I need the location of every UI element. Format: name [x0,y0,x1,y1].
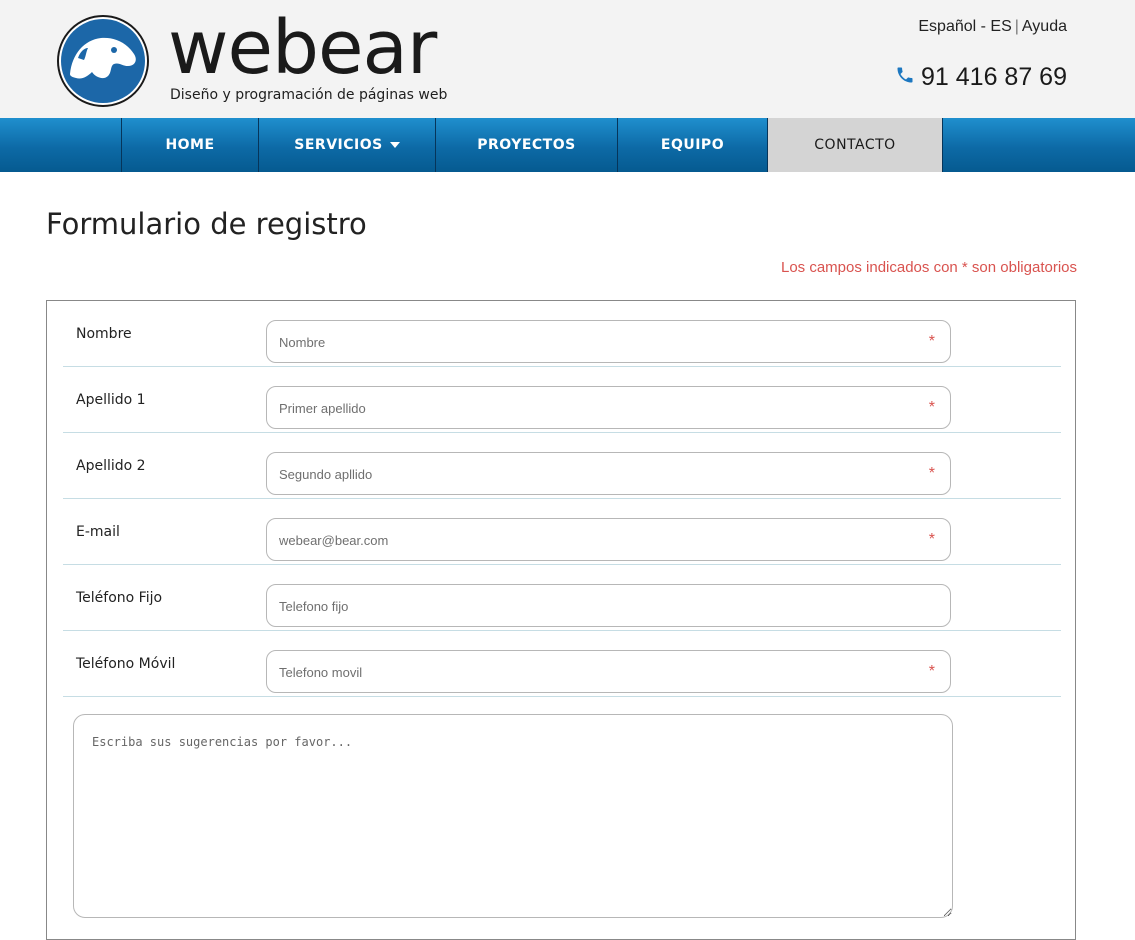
required-asterisk: * [928,333,935,350]
main-nav: HOME SERVICIOS PROYECTOS EQUIPO CONTACTO [0,118,1135,172]
field-label: Nombre [76,326,132,342]
telefono-fijo-input[interactable] [277,585,911,628]
field-wrapper: * [266,518,951,562]
page-title: Formulario de registro [46,207,367,241]
top-links: Español - ES | Ayuda [918,18,1067,36]
field-wrapper: * [266,452,951,496]
phone-icon [895,63,915,92]
form-row-telefono-fijo: Teléfono Fijo [63,565,1061,631]
nav-contacto[interactable]: CONTACTO [767,118,942,172]
form-row-email: E-mail * [63,499,1061,565]
field-label: E-mail [76,524,120,540]
nav-proyectos-label: PROYECTOS [477,137,576,153]
nav-servicios-label: SERVICIOS [294,137,383,153]
required-note: Los campos indicados con * son obligator… [780,259,1077,276]
required-asterisk: * [928,399,935,416]
field-label: Teléfono Fijo [76,590,163,606]
apellido1-input[interactable] [277,387,911,430]
bear-logo-icon[interactable] [56,14,150,108]
language-link[interactable]: Español - ES [918,18,1011,35]
brand-tagline: Diseño y programación de páginas web [170,87,448,103]
field-wrapper: * [266,650,951,694]
nav-equipo[interactable]: EQUIPO [617,118,767,172]
apellido2-input[interactable] [277,453,911,496]
field-wrapper [266,584,951,628]
nav-contacto-label: CONTACTO [814,137,896,153]
field-wrapper: * [266,320,951,364]
required-asterisk: * [928,465,935,482]
nav-home-label: HOME [165,137,215,153]
phone-contact[interactable]: 91 416 87 69 [895,63,1067,92]
form-row-apellido1: Apellido 1 * [63,367,1061,433]
suggestions-textarea[interactable] [73,714,953,918]
form-row-nombre: Nombre * [63,301,1061,367]
required-asterisk: * [928,531,935,548]
form-row-telefono-movil: Teléfono Móvil * [63,631,1061,697]
telefono-movil-input[interactable] [277,651,911,694]
registration-form: Nombre * Apellido 1 * Apellido 2 * E-mai… [46,300,1076,940]
nombre-input[interactable] [277,321,911,364]
field-label: Apellido 1 [76,392,146,408]
separator: | [1014,18,1019,35]
brand-name[interactable]: webear [168,6,437,90]
nav-divider [942,118,943,172]
caret-down-icon [389,142,400,148]
phone-number: 91 416 87 69 [921,63,1067,91]
email-input[interactable] [277,519,911,562]
field-label: Apellido 2 [76,458,146,474]
nav-equipo-label: EQUIPO [660,137,725,153]
nav-proyectos[interactable]: PROYECTOS [435,118,617,172]
field-wrapper: * [266,386,951,430]
form-row-apellido2: Apellido 2 * [63,433,1061,499]
required-asterisk: * [928,663,935,680]
nav-servicios[interactable]: SERVICIOS [258,118,435,172]
help-link[interactable]: Ayuda [1022,18,1067,35]
nav-home[interactable]: HOME [121,118,258,172]
field-label: Teléfono Móvil [76,656,176,672]
